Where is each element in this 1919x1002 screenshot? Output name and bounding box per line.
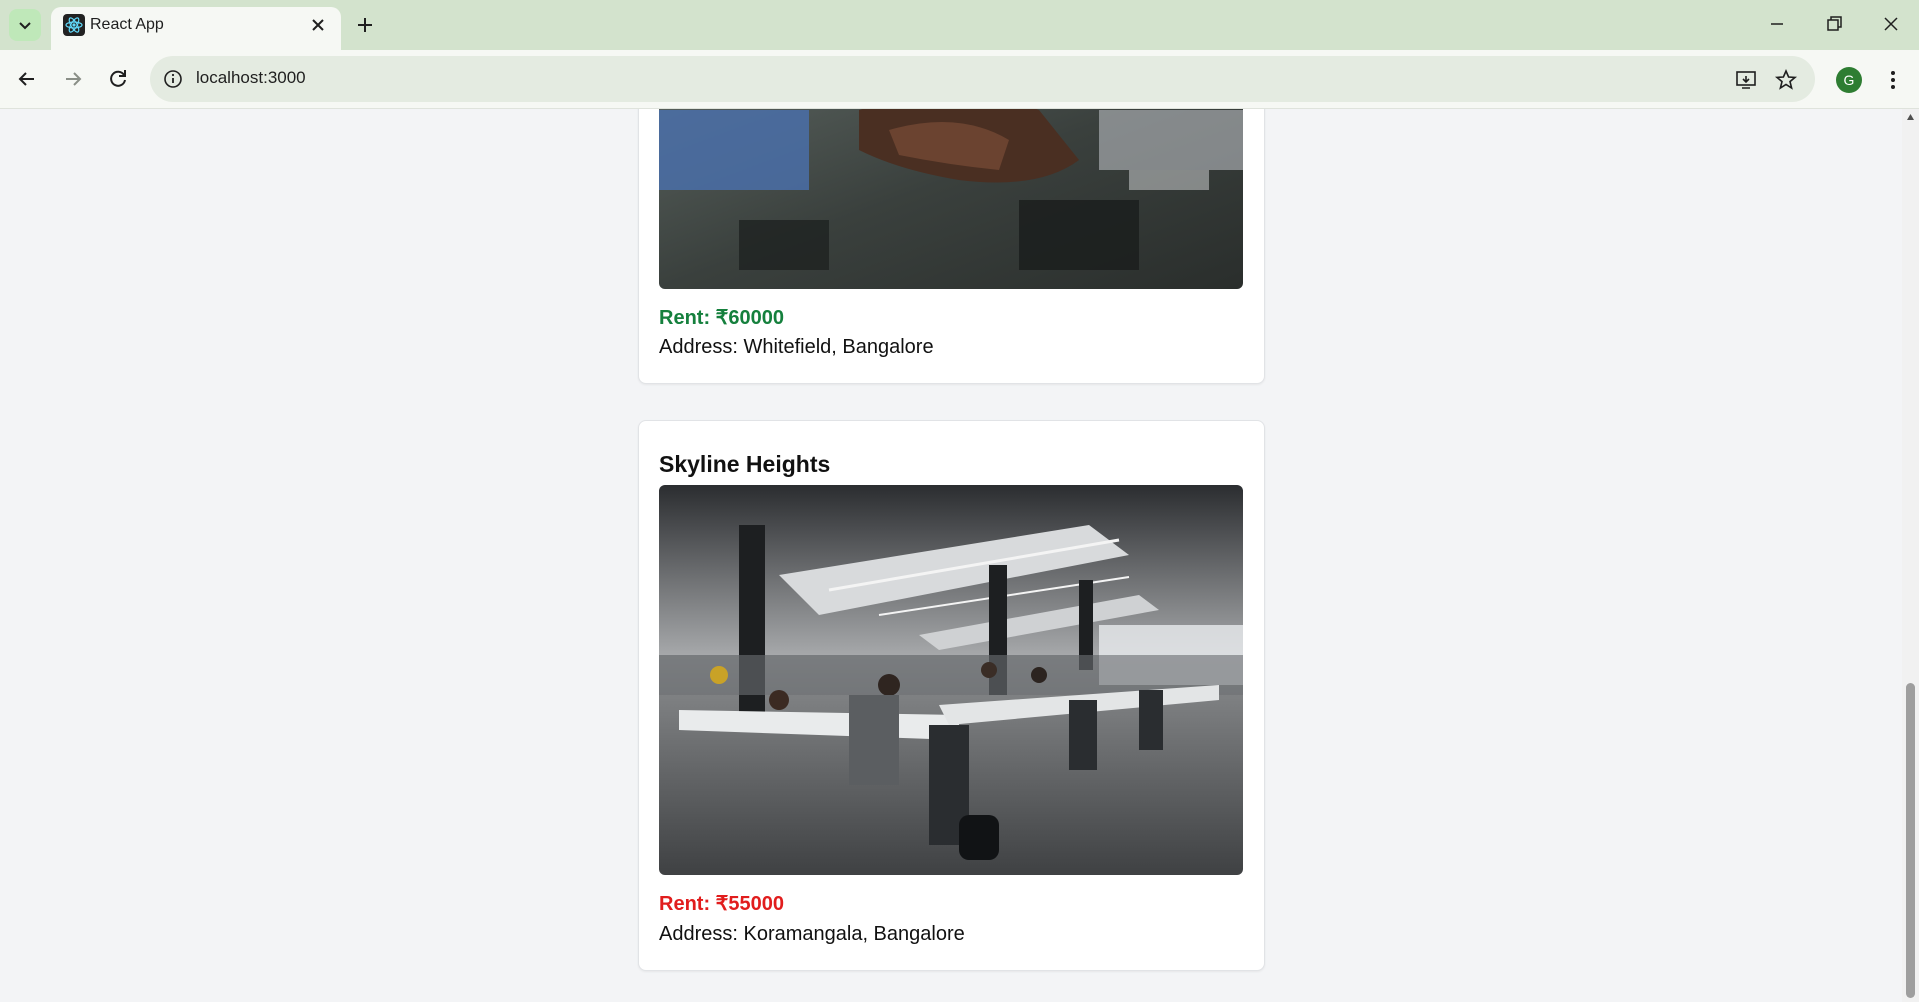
close-window-icon[interactable] (1879, 12, 1903, 36)
back-arrow-icon[interactable] (14, 66, 40, 92)
tab-active[interactable]: React App (51, 7, 341, 50)
handshake-photo (659, 109, 1243, 289)
listing-photo-office (659, 485, 1243, 875)
forward-arrow-icon[interactable] (60, 66, 86, 92)
more-menu-icon[interactable] (1880, 67, 1906, 93)
address-bar[interactable]: localhost:3000 (150, 56, 1815, 102)
bookmark-star-icon[interactable] (1774, 68, 1798, 92)
install-app-icon[interactable] (1734, 68, 1758, 92)
listing-address: Address: Whitefield, Bangalore (659, 336, 934, 358)
close-icon[interactable] (309, 16, 327, 34)
listing-address: Address: Koramangala, Bangalore (659, 923, 965, 945)
page-viewport: Rent: ₹60000 Address: Whitefield, Bangal… (0, 109, 1902, 1002)
minimize-icon[interactable] (1765, 12, 1789, 36)
listing-card: Rent: ₹60000 Address: Whitefield, Bangal… (638, 109, 1265, 384)
tab-title: React App (90, 16, 164, 33)
scroll-up-arrow-icon[interactable] (1906, 113, 1915, 122)
url-text: localhost:3000 (196, 68, 306, 87)
new-tab-icon[interactable] (353, 13, 377, 37)
site-info-icon[interactable] (162, 68, 184, 90)
listing-rent: Rent: ₹55000 (659, 893, 784, 915)
browser-tab-strip: React App (0, 0, 1919, 50)
listing-rent: Rent: ₹60000 (659, 307, 784, 329)
browser-toolbar: localhost:3000 (0, 50, 1919, 109)
vertical-scrollbar[interactable] (1902, 109, 1919, 1002)
profile-avatar[interactable]: G (1836, 67, 1862, 93)
chevron-down-icon (19, 22, 31, 30)
restore-icon[interactable] (1822, 12, 1846, 36)
reload-icon[interactable] (105, 66, 131, 92)
listing-card: Skyline Heights Rent: ₹55000 Address: Ko… (638, 420, 1265, 971)
scrollbar-thumb[interactable] (1906, 683, 1915, 998)
open-office-photo (659, 485, 1243, 875)
react-logo-icon (63, 14, 85, 36)
listing-name: Skyline Heights (659, 451, 831, 477)
tab-search-button[interactable] (9, 9, 41, 41)
listing-photo-handshake (659, 109, 1243, 289)
